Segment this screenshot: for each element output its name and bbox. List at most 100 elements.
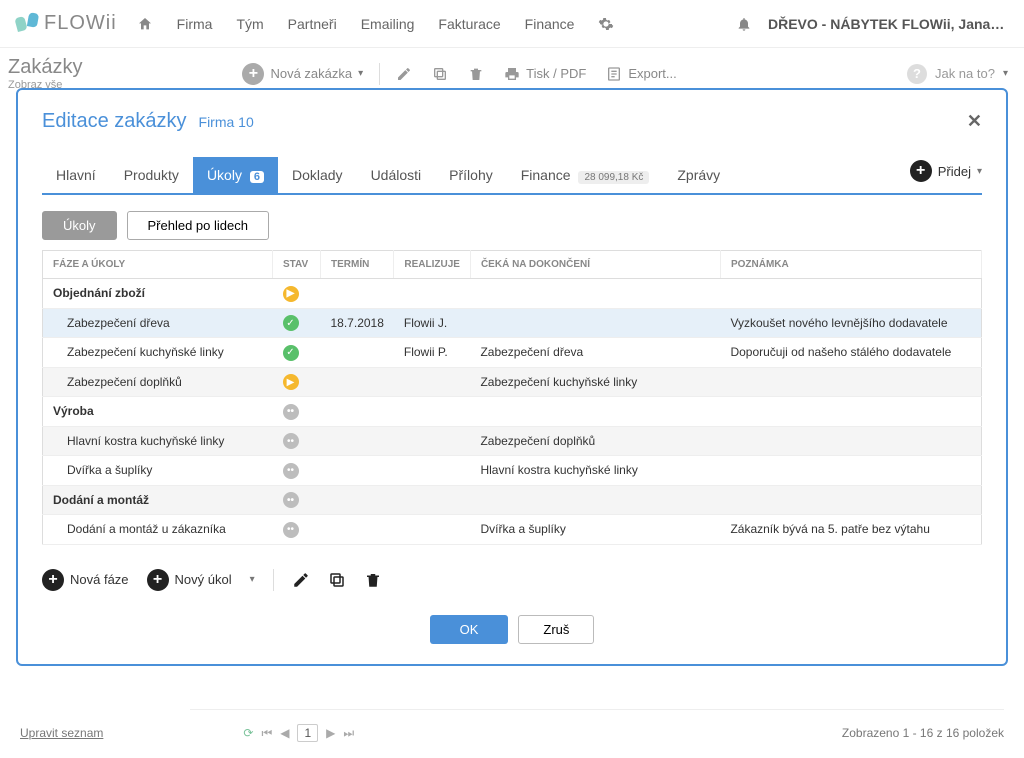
add-dropdown[interactable]: + Přidej ▾ (910, 160, 982, 190)
page-title-block: Zakázky Zobraz vše (8, 56, 82, 91)
subheader-actions: + Nová zakázka ▾ Tisk / PDF Export... (242, 63, 676, 85)
table-row[interactable]: Dodání a montáž u zákazníka •• Dvířka a … (43, 515, 982, 545)
pager-first-icon[interactable]: ⏮ (261, 726, 272, 741)
bell-icon[interactable] (736, 16, 752, 32)
chevron-down-icon: ▾ (977, 166, 982, 177)
task-name: Dodání a montáž u zákazníka (43, 515, 273, 545)
task-name: Dvířka a šuplíky (43, 456, 273, 486)
tab-prilohy[interactable]: Přílohy (435, 157, 507, 193)
modal-title: Editace zakázky (42, 110, 187, 133)
phase-row[interactable]: Dodání a montáž •• (43, 485, 982, 515)
status-pause-icon: •• (283, 463, 299, 479)
new-order-label: Nová zakázka (270, 66, 352, 81)
table-row[interactable]: Zabezpečení kuchyňské linky ✓ Flowii P. … (43, 338, 982, 368)
status-check-icon: ✓ (283, 345, 299, 361)
chevron-down-icon[interactable]: ▾ (1003, 68, 1008, 79)
col-ceka[interactable]: ČEKÁ NA DOKONČENÍ (470, 251, 720, 279)
col-stav[interactable]: STAV (273, 251, 321, 279)
new-order-button[interactable]: + Nová zakázka ▾ (242, 63, 363, 85)
task-realizuje: Flowii P. (394, 338, 471, 368)
trash-icon[interactable] (468, 66, 484, 82)
new-task-button[interactable]: + Nový úkol (147, 569, 232, 591)
nav-partneri[interactable]: Partneři (288, 16, 337, 32)
copy-icon[interactable] (432, 66, 448, 82)
col-poznamka[interactable]: POZNÁMKA (720, 251, 981, 279)
status-pause-icon: •• (283, 492, 299, 508)
nav-fakturace[interactable]: Fakturace (438, 16, 500, 32)
tab-doklady[interactable]: Doklady (278, 157, 357, 193)
nav-firma[interactable]: Firma (177, 16, 213, 32)
modal-header: Editace zakázky Firma 10 ✕ (42, 110, 982, 133)
tab-ukoly[interactable]: Úkoly 6 (193, 157, 278, 193)
col-termin[interactable]: TERMÍN (321, 251, 394, 279)
help-icon[interactable]: ? (907, 64, 927, 84)
task-note: Zákazník bývá na 5. patře bez výtahu (720, 515, 981, 545)
task-realizuje: Flowii J. (394, 308, 471, 338)
tab-udalosti[interactable]: Události (357, 157, 436, 193)
tab-ukoly-label: Úkoly (207, 167, 242, 183)
plus-circle-icon: + (147, 569, 169, 591)
pager-next-icon[interactable]: ▶ (326, 726, 335, 740)
subheader-right: ? Jak na to? ▾ (907, 64, 1008, 84)
pager-prev-icon[interactable]: ◀ (280, 726, 289, 740)
pager-last-icon[interactable]: ⏭ (343, 726, 354, 741)
view-tasks-button[interactable]: Úkoly (42, 211, 117, 240)
close-icon[interactable]: ✕ (967, 111, 982, 132)
view-people-button[interactable]: Přehled po lidech (127, 211, 269, 240)
trash-icon[interactable] (364, 571, 382, 589)
cancel-button[interactable]: Zruš (518, 615, 594, 644)
col-realizuje[interactable]: REALIZUJE (394, 251, 471, 279)
chevron-down-icon[interactable]: ▾ (250, 574, 255, 585)
status-pause-icon: •• (283, 404, 299, 420)
status-play-icon: ▶ (283, 286, 299, 302)
gear-icon[interactable] (598, 16, 614, 32)
refresh-icon[interactable]: ⟳ (243, 726, 253, 740)
print-button[interactable]: Tisk / PDF (504, 66, 586, 82)
table-row[interactable]: Zabezpečení dřeva ✓ 18.7.2018 Flowii J. … (43, 308, 982, 338)
edit-list-link[interactable]: Upravit seznam (20, 726, 103, 740)
tab-ukoly-badge: 6 (250, 171, 264, 183)
task-name: Zabezpečení kuchyňské linky (43, 338, 273, 368)
new-phase-button[interactable]: + Nová fáze (42, 569, 129, 591)
col-faze[interactable]: FÁZE A ÚKOLY (43, 251, 273, 279)
nav-finance[interactable]: Finance (525, 16, 575, 32)
org-name[interactable]: DŘEVO - NÁBYTEK FLOWii, Jana Fl… (768, 16, 1008, 32)
subheader-icons: Tisk / PDF Export... (396, 66, 677, 82)
modal-firm-link[interactable]: Firma 10 (199, 114, 254, 130)
pencil-icon[interactable] (396, 66, 412, 82)
table-row[interactable]: Dvířka a šuplíky •• Hlavní kostra kuchyň… (43, 456, 982, 486)
pencil-icon[interactable] (292, 571, 310, 589)
task-waits: Zabezpečení kuchyňské linky (470, 367, 720, 397)
table-row[interactable]: Zabezpečení doplňků ▶ Zabezpečení kuchyň… (43, 367, 982, 397)
nav-emailing[interactable]: Emailing (361, 16, 415, 32)
task-waits: Zabezpečení doplňků (470, 426, 720, 456)
add-label: Přidej (938, 164, 971, 179)
ok-button[interactable]: OK (430, 615, 509, 644)
status-pause-icon: •• (283, 433, 299, 449)
table-row[interactable]: Hlavní kostra kuchyňské linky •• Zabezpe… (43, 426, 982, 456)
nav-tym[interactable]: Tým (236, 16, 263, 32)
pager-current[interactable]: 1 (297, 724, 318, 742)
status-play-icon: ▶ (283, 374, 299, 390)
task-note: Vyzkoušet nového levnějšího dodavatele (720, 308, 981, 338)
tab-finance[interactable]: Finance 28 099,18 Kč (507, 157, 664, 193)
logo[interactable]: FLOWii (16, 12, 117, 35)
export-button[interactable]: Export... (606, 66, 676, 82)
copy-icon[interactable] (328, 571, 346, 589)
phase-row[interactable]: Výroba •• (43, 397, 982, 427)
phase-row[interactable]: Objednání zboží ▶ (43, 279, 982, 309)
modal-tabs: Hlavní Produkty Úkoly 6 Doklady Události… (42, 157, 982, 195)
tab-hlavni[interactable]: Hlavní (42, 157, 110, 193)
plus-circle-icon: + (242, 63, 264, 85)
tab-zpravy[interactable]: Zprávy (663, 157, 734, 193)
help-label[interactable]: Jak na to? (935, 66, 995, 81)
status-pause-icon: •• (283, 522, 299, 538)
task-name: Zabezpečení doplňků (43, 367, 273, 397)
plus-circle-icon: + (910, 160, 932, 182)
export-label: Export... (628, 66, 676, 81)
tab-produkty[interactable]: Produkty (110, 157, 193, 193)
task-name: Zabezpečení dřeva (43, 308, 273, 338)
phase-name: Dodání a montáž (43, 485, 273, 515)
top-nav: FLOWii Firma Tým Partneři Emailing Faktu… (0, 0, 1024, 48)
home-icon[interactable] (137, 16, 153, 32)
